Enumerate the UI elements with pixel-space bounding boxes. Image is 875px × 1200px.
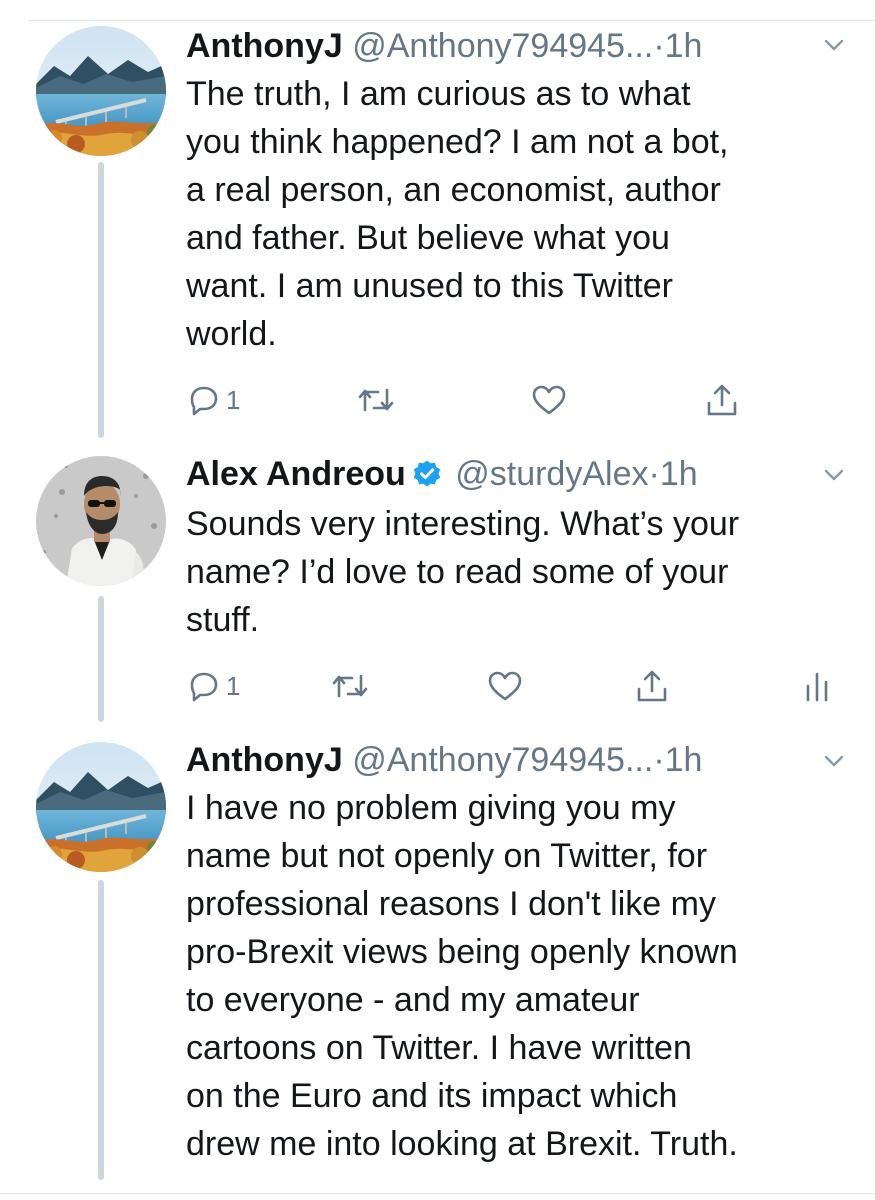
like-button[interactable] — [530, 378, 568, 422]
separator-dot: · — [648, 455, 660, 493]
user-handle[interactable]: @sturdyAlex — [455, 455, 648, 493]
tweet[interactable]: AnthonyJ @Anthony794945...·1h The truth,… — [0, 22, 875, 442]
avatar[interactable] — [36, 742, 166, 872]
tweet-actions: 1 — [186, 378, 766, 422]
reply-icon — [190, 672, 218, 702]
share-button[interactable] — [704, 378, 740, 422]
retweet-icon — [358, 388, 394, 412]
like-icon — [488, 671, 522, 701]
avatar[interactable] — [36, 456, 166, 586]
share-icon — [637, 670, 667, 702]
reply-button[interactable]: 1 — [186, 664, 240, 708]
share-button[interactable] — [634, 664, 670, 708]
tweet-text: Sounds very interesting. What’s your nam… — [186, 505, 740, 639]
tweet-header: AnthonyJ @Anthony794945...·1h — [186, 736, 855, 784]
tweet-actions: 1 — [186, 664, 846, 708]
avatar[interactable] — [36, 26, 166, 156]
verified-badge-icon — [413, 460, 440, 487]
chevron-down-icon[interactable] — [823, 34, 845, 56]
timestamp[interactable]: 1h — [665, 27, 703, 65]
reply-icon — [190, 386, 218, 416]
retweet-button[interactable] — [356, 378, 396, 422]
separator-dot: · — [653, 27, 665, 65]
tweet-text: The truth, I am curious as to what you t… — [186, 75, 729, 353]
tweet-text: I have no problem giving you my name but… — [186, 789, 738, 1163]
landscape-lake-bridge-avatar — [36, 26, 166, 156]
share-icon — [707, 384, 737, 416]
chevron-down-icon[interactable] — [823, 750, 845, 772]
display-name[interactable]: AnthonyJ — [186, 27, 343, 65]
reply-count: 1 — [226, 671, 241, 701]
retweet-button[interactable] — [330, 664, 370, 708]
tweet-header: AnthonyJ @Anthony794945...·1h — [186, 22, 855, 70]
reply-count: 1 — [226, 385, 241, 415]
tweet-header: Alex Andreou @sturdyAlex·1h — [186, 450, 855, 498]
user-handle[interactable]: @Anthony794945... — [352, 27, 653, 65]
like-icon — [532, 385, 566, 415]
tweet[interactable]: Alex Andreou @sturdyAlex·1h Sounds very … — [0, 450, 875, 730]
analytics-button[interactable] — [802, 664, 832, 708]
man-in-sunglasses-avatar — [36, 456, 166, 586]
separator-dot: · — [653, 741, 665, 779]
landscape-lake-bridge-avatar — [36, 742, 166, 872]
reply-button[interactable]: 1 — [186, 378, 240, 422]
timestamp[interactable]: 1h — [665, 741, 703, 779]
user-handle[interactable]: @Anthony794945... — [352, 741, 653, 779]
analytics-icon — [806, 672, 828, 702]
display-name[interactable]: AnthonyJ — [186, 741, 343, 779]
top-divider — [28, 20, 875, 21]
tweet[interactable]: AnthonyJ @Anthony794945...·1h I have no … — [0, 736, 875, 1186]
bottom-divider — [0, 1193, 875, 1194]
timestamp[interactable]: 1h — [660, 455, 698, 493]
chevron-down-icon[interactable] — [823, 464, 845, 486]
display-name[interactable]: Alex Andreou — [186, 455, 406, 493]
retweet-icon — [332, 674, 368, 698]
like-button[interactable] — [486, 664, 524, 708]
